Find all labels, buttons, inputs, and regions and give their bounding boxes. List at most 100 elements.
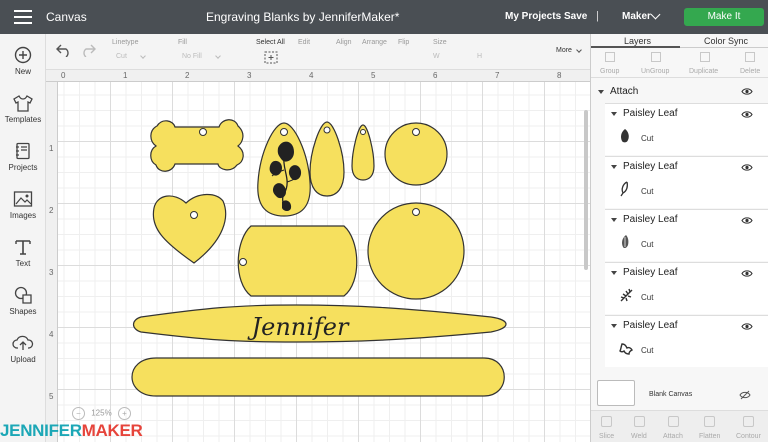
shirt-icon: [13, 95, 33, 112]
tool-templates[interactable]: Templates: [0, 94, 46, 124]
eye-hidden-icon[interactable]: [739, 390, 751, 400]
duplicate-button[interactable]: Duplicate: [689, 68, 718, 75]
collapse-icon[interactable]: [611, 165, 617, 169]
image-icon: [13, 191, 33, 207]
layer-row[interactable]: Paisley Leaf Cut: [605, 262, 768, 314]
tag-hole: [323, 126, 331, 134]
tool-shapes[interactable]: Shapes: [0, 286, 46, 316]
paisley-leaf-icon: [622, 235, 629, 249]
paisley-leaf-icon: [620, 288, 633, 302]
contour-icon: [743, 416, 754, 427]
vertical-scrollbar[interactable]: [584, 110, 588, 270]
arrange-menu[interactable]: Arrange: [362, 39, 387, 46]
left-toolbar: New Templates Projects Images Text Shape…: [0, 34, 46, 442]
eye-icon[interactable]: [741, 163, 753, 172]
chevron-down-icon: [576, 47, 582, 53]
eye-icon[interactable]: [741, 269, 753, 278]
align-menu[interactable]: Align: [336, 39, 352, 46]
chevron-down-icon: [215, 53, 221, 59]
blank-canvas-swatch[interactable]: [597, 380, 635, 406]
collapse-icon[interactable]: [611, 324, 617, 328]
tag-hole: [190, 211, 198, 219]
layer-row[interactable]: Paisley Leaf Cut: [605, 156, 768, 208]
collapse-icon[interactable]: [611, 218, 617, 222]
tool-new[interactable]: New: [0, 46, 46, 76]
design-canvas[interactable]: 0 1 2 3 4 5 6 7 8 1 2 3 4 5 Jennifer − 1…: [46, 70, 590, 442]
layer-name: Paisley Leaf: [623, 161, 678, 172]
layer-type: Cut: [641, 293, 654, 302]
select-all-button[interactable]: Select All: [256, 39, 285, 46]
my-projects-link[interactable]: My Projects: [505, 11, 561, 22]
slice-button[interactable]: Slice: [599, 433, 614, 440]
tag-hole: [199, 128, 207, 136]
dog-tag: [237, 225, 358, 297]
menu-icon[interactable]: [14, 10, 32, 24]
engraved-name: Jennifer: [247, 313, 351, 341]
tool-projects[interactable]: Projects: [0, 142, 46, 172]
layer-type: Cut: [641, 187, 654, 196]
tool-upload[interactable]: Upload: [0, 334, 46, 364]
tool-text[interactable]: Text: [0, 238, 46, 268]
layer-row[interactable]: Paisley Leaf Cut: [605, 103, 768, 155]
tool-label: Shapes: [9, 307, 37, 316]
brand-part: JENNIFER: [0, 421, 82, 440]
project-title: Engraving Blanks by JenniferMaker*: [206, 10, 400, 24]
eye-icon[interactable]: [741, 216, 753, 225]
attach-group-row[interactable]: Attach: [591, 82, 768, 102]
eye-icon[interactable]: [741, 110, 753, 119]
panel-tabs: Layers Color Sync: [591, 34, 768, 48]
zoom-out-button[interactable]: −: [72, 407, 85, 420]
tool-label: Templates: [4, 115, 42, 124]
rounded-bar: [131, 357, 505, 397]
weld-button[interactable]: Weld: [631, 433, 647, 440]
app-title: Canvas: [46, 10, 87, 24]
layer-row[interactable]: Paisley Leaf Cut: [605, 209, 768, 261]
paisley-leaf-icon: [619, 343, 633, 355]
shapes-icon: [14, 286, 32, 304]
flip-menu[interactable]: Flip: [398, 39, 409, 46]
flatten-button[interactable]: Flatten: [699, 433, 720, 440]
zoom-in-button[interactable]: +: [117, 407, 131, 420]
collapse-icon[interactable]: [598, 90, 604, 94]
zoom-control: − 125% +: [68, 407, 135, 420]
linetype-label: Linetype: [112, 39, 139, 46]
more-button[interactable]: More: [556, 47, 582, 54]
tool-label: New: [14, 67, 31, 76]
delete-icon: [745, 52, 755, 62]
tab-layers[interactable]: Layers: [624, 36, 651, 46]
collapse-icon[interactable]: [611, 112, 617, 116]
save-button[interactable]: Save: [564, 11, 587, 22]
tag-hole: [280, 128, 288, 136]
contour-button[interactable]: Contour: [736, 433, 761, 440]
redo-icon[interactable]: [80, 43, 96, 57]
size-height-field[interactable]: H: [477, 53, 482, 60]
ungroup-button[interactable]: UnGroup: [641, 68, 669, 75]
attach-button[interactable]: Attach: [663, 433, 683, 440]
tool-label: Images: [9, 211, 37, 220]
layer-actions: Group UnGroup Duplicate Delete: [591, 48, 768, 78]
text-icon: [15, 240, 31, 255]
group-button[interactable]: Group: [600, 68, 619, 75]
linetype-select[interactable]: Cut: [116, 53, 146, 60]
select-all-icon[interactable]: [264, 51, 278, 64]
eye-icon[interactable]: [741, 322, 753, 331]
layer-type: Cut: [641, 134, 654, 143]
tool-label: Projects: [8, 163, 38, 172]
edit-menu[interactable]: Edit: [298, 39, 310, 46]
layer-row[interactable]: Paisley Leaf Cut: [605, 315, 768, 367]
make-it-button[interactable]: Make It: [684, 8, 764, 26]
layer-name: Paisley Leaf: [623, 108, 678, 119]
plus-circle-icon: [14, 46, 32, 64]
fill-select[interactable]: No Fill: [182, 53, 221, 60]
ungroup-icon: [651, 52, 661, 62]
undo-icon[interactable]: [56, 43, 72, 57]
size-width-field[interactable]: W: [433, 53, 440, 60]
chevron-down-icon[interactable]: [650, 9, 661, 20]
heart-tag: [152, 193, 227, 264]
eye-icon[interactable]: [741, 87, 753, 96]
machine-select[interactable]: Maker: [622, 11, 651, 22]
tab-color-sync[interactable]: Color Sync: [704, 36, 748, 46]
delete-button[interactable]: Delete: [740, 68, 760, 75]
collapse-icon[interactable]: [611, 271, 617, 275]
tool-images[interactable]: Images: [0, 190, 46, 220]
